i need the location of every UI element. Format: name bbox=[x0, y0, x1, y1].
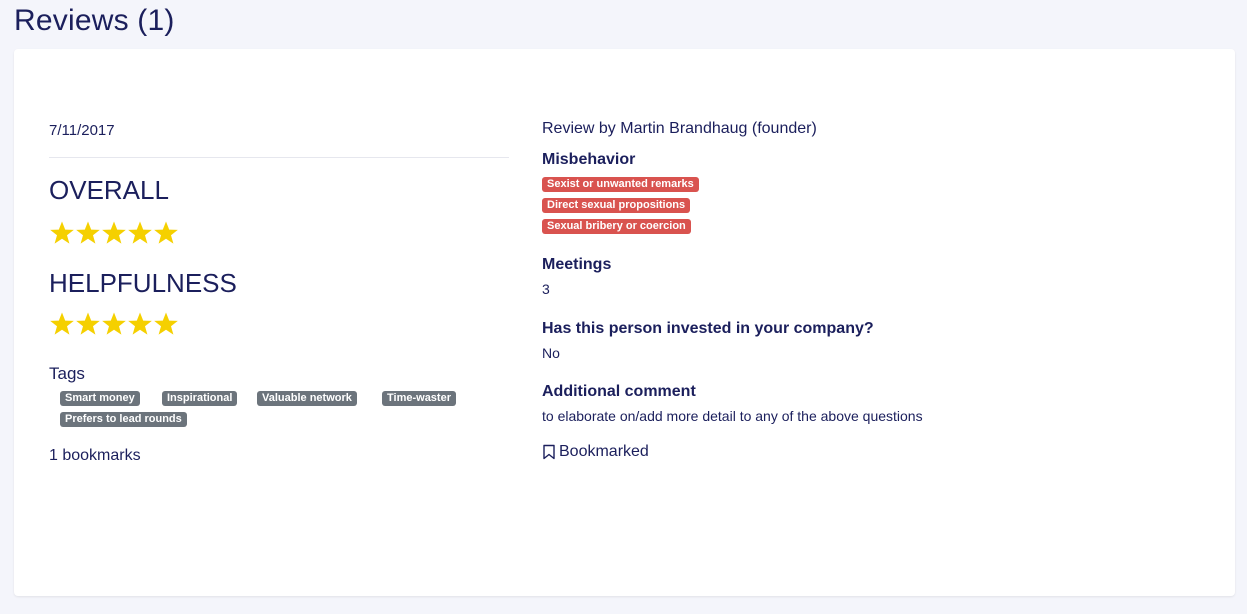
tag-badge: Inspirational bbox=[162, 391, 238, 406]
helpfulness-rating-label: HELPFULNESS bbox=[49, 268, 237, 298]
bookmark-button-label: Bookmarked bbox=[559, 443, 649, 460]
bookmark-icon bbox=[542, 444, 556, 460]
star-icon bbox=[153, 220, 179, 246]
invested-value: No bbox=[542, 345, 560, 361]
helpfulness-rating-stars bbox=[49, 311, 179, 337]
misbehavior-badge: Direct sexual propositions bbox=[542, 198, 691, 213]
invested-label: Has this person invested in your company… bbox=[542, 320, 874, 337]
overall-rating-label: OVERALL bbox=[49, 175, 169, 205]
star-icon bbox=[127, 311, 153, 337]
misbehavior-badge: Sexist or unwanted remarks bbox=[542, 177, 699, 192]
star-icon bbox=[49, 220, 75, 246]
star-icon bbox=[101, 311, 127, 337]
tag-badge: Smart money bbox=[60, 391, 140, 406]
page-title: Reviews (1) bbox=[14, 4, 175, 37]
star-icon bbox=[153, 311, 179, 337]
tags-label: Tags bbox=[49, 364, 85, 383]
meetings-label: Meetings bbox=[542, 256, 612, 273]
star-icon bbox=[127, 220, 153, 246]
meetings-value: 3 bbox=[542, 281, 550, 297]
star-icon bbox=[49, 311, 75, 337]
star-icon bbox=[101, 220, 127, 246]
tag-badge: Prefers to lead rounds bbox=[60, 412, 187, 427]
tag-badge: Valuable network bbox=[257, 391, 357, 406]
bookmark-count: 1 bookmarks bbox=[49, 447, 141, 464]
divider bbox=[49, 157, 509, 158]
review-byline: Review by Martin Brandhaug (founder) bbox=[542, 120, 817, 137]
star-icon bbox=[75, 311, 101, 337]
bookmark-button[interactable]: Bookmarked bbox=[542, 443, 649, 461]
overall-rating-stars bbox=[49, 220, 179, 246]
review-date: 7/11/2017 bbox=[49, 122, 115, 139]
comment-label: Additional comment bbox=[542, 383, 696, 400]
misbehavior-label: Misbehavior bbox=[542, 151, 636, 168]
star-icon bbox=[75, 220, 101, 246]
tag-badge: Time-waster bbox=[382, 391, 456, 406]
review-card: 7/11/2017 OVERALL HELPFULNESS Tags Smart… bbox=[14, 49, 1235, 596]
misbehavior-badge: Sexual bribery or coercion bbox=[542, 219, 691, 234]
comment-value: to elaborate on/add more detail to any o… bbox=[542, 408, 923, 424]
